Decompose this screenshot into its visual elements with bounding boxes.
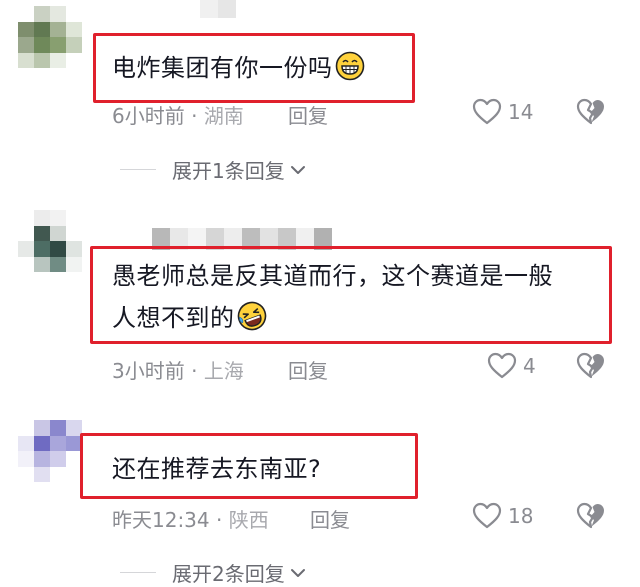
comment-body: 电炸集团有你一份吗 xyxy=(112,54,333,82)
divider-line xyxy=(120,571,156,574)
dislike-button[interactable] xyxy=(576,352,606,384)
expand-replies-label: 展开2条回复 xyxy=(172,562,285,586)
heart-icon xyxy=(487,352,517,379)
expand-replies-button[interactable]: 展开2条回复 xyxy=(120,558,307,587)
comment-text: 愚老师总是反其道而行，这个赛道是一般 xyxy=(112,258,553,294)
chevron-down-icon xyxy=(290,165,305,174)
rolling-on-floor-laughing-emoji xyxy=(237,301,266,331)
dislike-button[interactable] xyxy=(576,502,606,534)
comment-body: 还在推荐去东南亚? xyxy=(112,455,322,483)
like-button[interactable]: 18 xyxy=(472,502,533,530)
heart-icon xyxy=(472,502,502,529)
chevron-down-icon xyxy=(290,568,305,577)
like-count: 18 xyxy=(508,504,534,528)
avatar[interactable] xyxy=(18,210,82,272)
broken-heart-icon xyxy=(576,352,604,379)
grinning-face-emoji xyxy=(335,51,364,81)
avatar[interactable] xyxy=(18,420,82,482)
broken-heart-icon xyxy=(576,98,604,125)
comment-location: 上海 xyxy=(203,359,244,383)
comment-body-line2: 人想不到的 xyxy=(112,304,235,332)
comment-location: 湖南 xyxy=(203,104,244,128)
username-masked[interactable] xyxy=(200,0,236,18)
expand-replies-button[interactable]: 展开1条回复 xyxy=(120,155,307,184)
heart-icon xyxy=(472,98,502,125)
expand-replies-label: 展开1条回复 xyxy=(172,159,285,183)
like-count: 14 xyxy=(508,100,534,124)
comment-meta: 6小时前 · 湖南 xyxy=(112,100,244,129)
comment-time: 6小时前 xyxy=(112,104,185,128)
divider-line xyxy=(120,168,156,171)
like-button[interactable]: 14 xyxy=(472,98,533,126)
reply-button[interactable]: 回复 xyxy=(288,100,328,129)
meta-separator: · xyxy=(216,508,223,532)
comment-body-line1: 愚老师总是反其道而行，这个赛道是一般 xyxy=(112,262,553,290)
reply-button[interactable]: 回复 xyxy=(310,504,350,533)
comment-text: 人想不到的 xyxy=(112,300,267,336)
meta-separator: · xyxy=(191,359,198,383)
meta-separator: · xyxy=(191,104,198,128)
comment-time: 3小时前 xyxy=(112,359,185,383)
dislike-button[interactable] xyxy=(576,98,606,130)
comment-text: 还在推荐去东南亚? xyxy=(112,451,321,487)
comment-meta: 3小时前 · 上海 xyxy=(112,355,244,384)
broken-heart-icon xyxy=(576,502,604,529)
comment-location: 陕西 xyxy=(228,508,269,532)
like-count: 4 xyxy=(523,354,536,378)
comment-text: 电炸集团有你一份吗 xyxy=(112,50,365,86)
comment-time: 昨天12:34 xyxy=(112,508,210,532)
comment-meta: 昨天12:34 · 陕西 xyxy=(112,504,269,533)
like-button[interactable]: 4 xyxy=(487,352,536,380)
reply-button[interactable]: 回复 xyxy=(288,355,328,384)
avatar[interactable] xyxy=(18,6,82,68)
